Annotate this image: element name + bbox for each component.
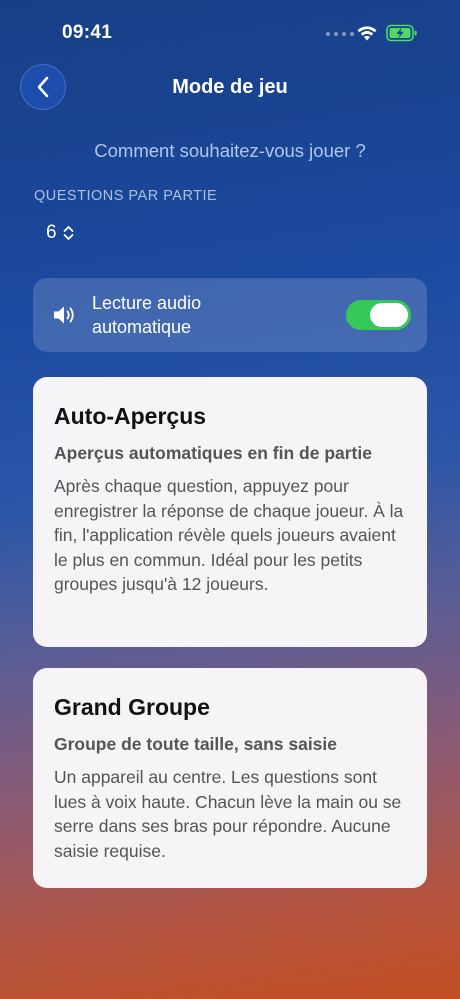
toggle-knob — [370, 303, 408, 327]
cellular-signal-icon — [326, 32, 354, 36]
questions-count-value: 6 — [46, 222, 57, 243]
wifi-icon — [357, 26, 377, 41]
mode-card-title: Grand Groupe — [54, 694, 210, 720]
game-mode-prompt: Comment souhaitez-vous jouer ? — [94, 140, 366, 161]
mode-card-title: Auto-Aperçus — [54, 403, 207, 429]
battery-charging-icon — [386, 24, 417, 42]
questions-count-picker[interactable]: 6 — [46, 222, 74, 244]
audio-autoplay-row: Lecture audio automatique — [33, 278, 427, 352]
audio-autoplay-label: Lecture audio automatique — [92, 293, 202, 337]
status-bar: 09:41 — [0, 0, 460, 64]
mode-card-grand-groupe[interactable]: Grand Groupe Groupe de toute taille, san… — [33, 668, 427, 888]
mode-card-subtitle: Groupe de toute taille, sans saisie — [54, 734, 338, 754]
audio-autoplay-toggle[interactable] — [346, 300, 411, 330]
questions-per-game-label: QUESTIONS PAR PARTIE — [34, 188, 218, 204]
mode-card-subtitle: Aperçus automatiques en fin de partie — [54, 443, 372, 463]
speaker-icon — [54, 306, 74, 324]
mode-card-description: Un appareil au centre. Les questions son… — [54, 767, 402, 861]
mode-card-description: Après chaque question, appuyez pour enre… — [54, 476, 404, 594]
page-title: Mode de jeu — [172, 76, 288, 98]
chevron-up-down-icon — [63, 226, 73, 240]
status-time: 09:41 — [62, 22, 113, 43]
mode-card-auto-apercus[interactable]: Auto-Aperçus Aperçus automatiques en fin… — [33, 377, 427, 647]
